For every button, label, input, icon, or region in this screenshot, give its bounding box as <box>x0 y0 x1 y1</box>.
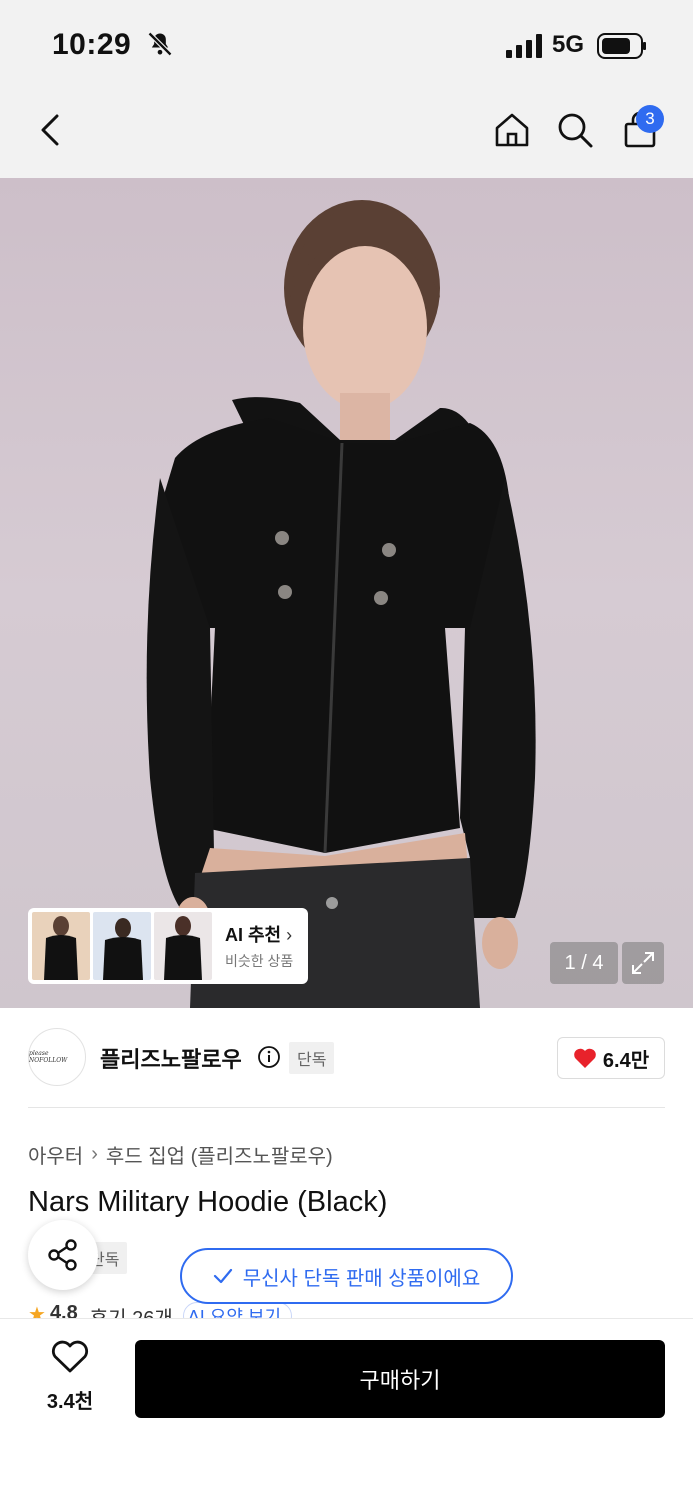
product-image[interactable] <box>0 178 693 1008</box>
exclusive-tag: 단독 <box>289 1042 335 1074</box>
status-time: 10:29 <box>52 28 132 61</box>
home-icon <box>495 113 529 147</box>
ai-recommend-subtitle: 비슷한 상품 <box>225 953 294 969</box>
expand-icon <box>632 952 654 974</box>
search-button[interactable] <box>551 106 599 154</box>
divider <box>28 1107 665 1108</box>
share-button[interactable] <box>28 1220 98 1290</box>
exclusive-toast: 무신사 단독 판매 상품이에요 <box>180 1248 513 1304</box>
bell-muted-icon <box>147 31 173 57</box>
breadcrumb: 아우터 › 후드 집업 (플리즈노팔로우) <box>28 1140 333 1169</box>
chevron-left-icon <box>41 114 59 146</box>
expand-image-button[interactable] <box>622 942 664 984</box>
breadcrumb-subcategory[interactable]: 후드 집업 (플리즈노팔로우) <box>106 1140 333 1169</box>
share-icon <box>48 1239 77 1271</box>
heart-filled-icon <box>574 1048 596 1068</box>
heart-outline-icon <box>51 1340 89 1373</box>
brand-like-button[interactable]: 6.4만 <box>557 1037 665 1079</box>
ai-recommend-title: AI 추천 <box>225 925 282 945</box>
product-title: Nars Military Hoodie (Black) <box>28 1186 388 1218</box>
image-counter: 1 / 4 <box>550 942 618 984</box>
top-nav <box>0 88 693 178</box>
check-icon <box>213 1268 232 1284</box>
cart-count-badge: 3 <box>636 105 664 133</box>
network-label: 5G <box>552 31 585 58</box>
exclusive-toast-text: 무신사 단독 판매 상품이에요 <box>242 1267 481 1290</box>
model-photo <box>146 200 536 1008</box>
recommend-thumb-2[interactable] <box>93 912 151 980</box>
wishlist-count: 3.4천 <box>46 1391 94 1413</box>
chevron-right-icon: › <box>286 925 293 945</box>
wishlist-button[interactable]: 3.4천 <box>28 1340 112 1414</box>
status-bar: 10:29 5G <box>0 0 693 88</box>
brand-logo[interactable]: please NOFOLLOW <box>28 1028 86 1086</box>
info-icon[interactable] <box>257 1045 281 1069</box>
chevron-right-icon: › <box>91 1143 98 1165</box>
recommend-thumb-1[interactable] <box>32 912 90 980</box>
buy-button[interactable]: 구매하기 <box>135 1340 665 1418</box>
search-icon <box>558 113 593 148</box>
recommend-thumb-3[interactable] <box>154 912 212 980</box>
ai-recommend-card[interactable]: AI 추천 › 비슷한 상품 <box>28 908 308 984</box>
brand-like-count: 6.4만 <box>602 1049 650 1072</box>
battery-icon <box>597 33 646 59</box>
signal-icon <box>506 34 542 58</box>
home-button[interactable] <box>488 106 536 154</box>
breadcrumb-category[interactable]: 아우터 <box>28 1140 83 1169</box>
brand-name[interactable]: 플리즈노팔로우 <box>100 1042 242 1074</box>
back-button[interactable] <box>26 106 74 154</box>
